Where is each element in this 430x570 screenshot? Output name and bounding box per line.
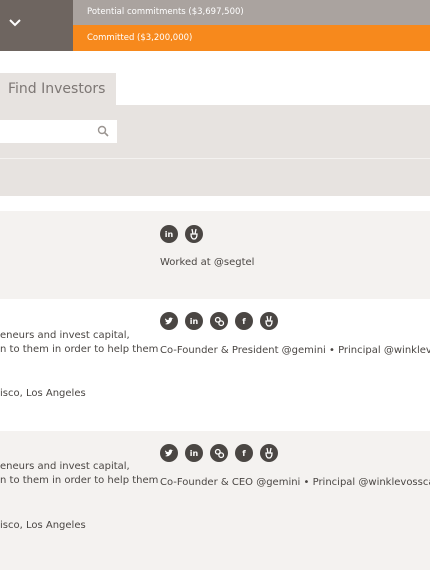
investor-description-line: eneurs and invest capital, — [0, 461, 130, 472]
top-bar: Potential commitments ($3,697,500) Commi… — [0, 0, 430, 51]
investor-row[interactable]: eneurs and invest capital, n to them in … — [0, 431, 430, 570]
facebook-icon[interactable]: f — [235, 444, 253, 462]
twitter-icon[interactable] — [160, 444, 178, 462]
investor-location: isco, Los Angeles — [0, 520, 86, 531]
linkedin-icon[interactable]: in — [160, 225, 178, 243]
angellist-icon[interactable] — [260, 312, 278, 330]
linkedin-icon[interactable]: in — [185, 444, 203, 462]
angellist-icon[interactable] — [260, 444, 278, 462]
investor-description-line: n to them in order to help them — [0, 344, 159, 355]
commitments-toggle[interactable] — [0, 0, 73, 51]
link-icon[interactable] — [210, 444, 228, 462]
investor-row[interactable]: in Worked at @segtel — [0, 211, 430, 299]
tab-row: Find Investors — [0, 51, 430, 106]
worked-at: Worked at @segtel — [160, 257, 255, 268]
linkedin-icon[interactable]: in — [185, 312, 203, 330]
investor-description-line: eneurs and invest capital, — [0, 330, 130, 341]
investor-location: isco, Los Angeles — [0, 388, 86, 399]
social-icons: in f — [160, 312, 278, 330]
link-icon[interactable] — [210, 312, 228, 330]
worked-at: Co-Founder & President @gemini • Princip… — [160, 345, 430, 356]
search-band — [0, 105, 430, 158]
committed-label: Committed ($3,200,000) — [73, 25, 430, 51]
potential-commitments-label: Potential commitments ($3,697,500) — [73, 0, 430, 25]
investor-description-line: n to them in order to help them — [0, 475, 159, 486]
search-input[interactable] — [0, 120, 117, 143]
chevron-down-icon — [9, 19, 21, 27]
social-icons: in — [160, 225, 203, 243]
social-icons: in f — [160, 444, 278, 462]
worked-at: Co-Founder & CEO @gemini • Principal @wi… — [160, 477, 430, 488]
facebook-icon[interactable]: f — [235, 312, 253, 330]
investor-row[interactable]: eneurs and invest capital, n to them in … — [0, 299, 430, 431]
angellist-icon[interactable] — [185, 225, 203, 243]
filter-band — [0, 159, 430, 196]
tab-find-investors[interactable]: Find Investors — [0, 73, 116, 106]
search-icon[interactable] — [97, 125, 109, 137]
twitter-icon[interactable] — [160, 312, 178, 330]
spacer — [0, 196, 430, 211]
